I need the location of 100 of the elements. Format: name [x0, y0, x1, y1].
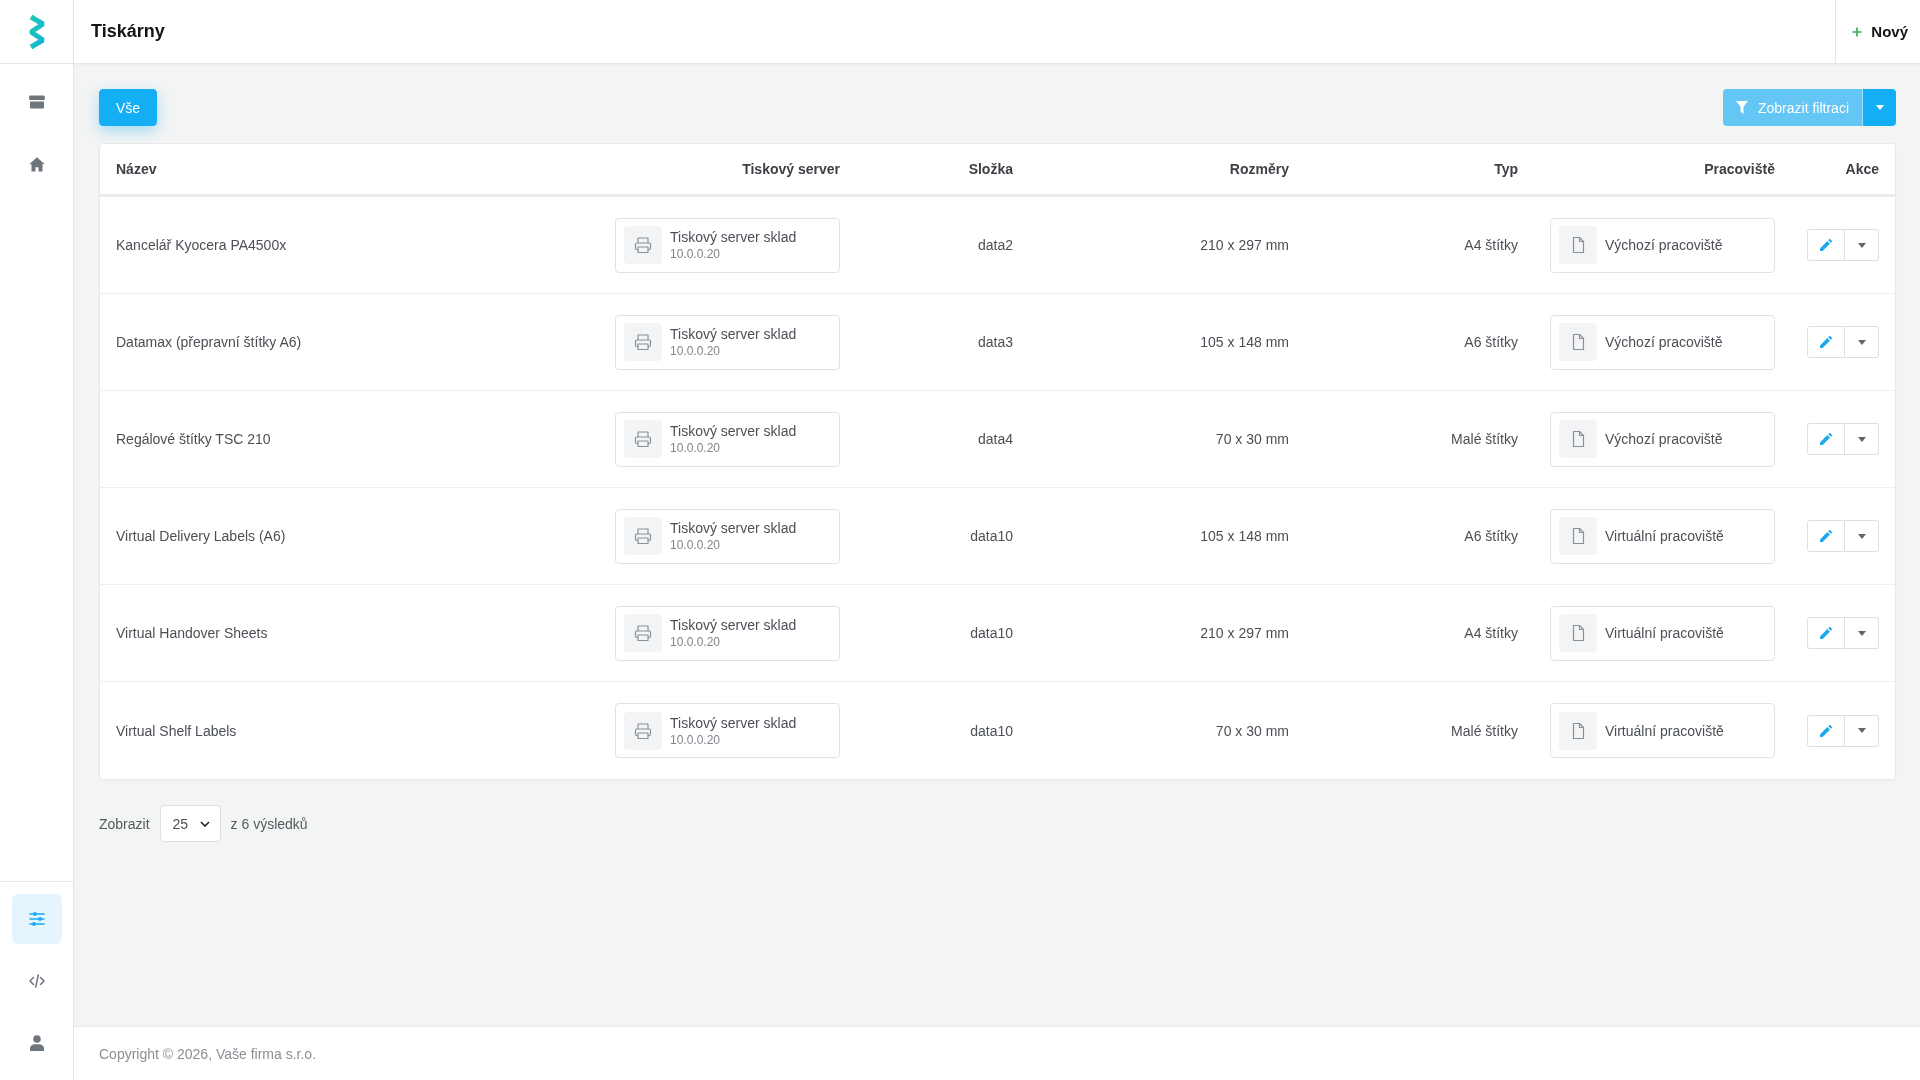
- table-cell: A6 štítky: [1464, 334, 1518, 350]
- table-cell: Malé štítky: [1451, 431, 1518, 447]
- plus-icon: [1852, 26, 1863, 37]
- caret-icon: [1857, 339, 1866, 345]
- table-cell: data10: [970, 528, 1013, 544]
- pencil-icon: [1820, 239, 1832, 251]
- table-cell: Datamax (přepravní štítky A6): [116, 334, 302, 350]
- results-count: z 6 výsledků: [230, 815, 308, 832]
- store-icon: [28, 95, 45, 109]
- server-address: 10.0.0.20: [670, 635, 722, 649]
- server-address: 10.0.0.20: [670, 441, 722, 455]
- column-header: Název: [116, 161, 157, 177]
- edit-button[interactable]: [1807, 520, 1845, 552]
- table-cell: A6 štítky: [1464, 528, 1518, 544]
- server-address: 10.0.0.20: [670, 247, 722, 261]
- workplace-name: Virtuální pracoviště: [1605, 528, 1724, 544]
- server-name: Tiskový server sklad: [670, 520, 797, 536]
- edit-button[interactable]: [1807, 326, 1845, 358]
- more-button[interactable]: [1845, 714, 1879, 747]
- document-icon: [1559, 517, 1597, 555]
- table-cell: 210 x 297 mm: [1200, 237, 1289, 253]
- document-icon: [1559, 226, 1597, 264]
- printer-icon: [624, 517, 662, 555]
- user-icon: [29, 1035, 44, 1051]
- more-button[interactable]: [1845, 229, 1879, 261]
- pencil-icon: [1820, 724, 1832, 737]
- column-header: Pracoviště: [1704, 161, 1775, 177]
- funnel-icon: [1735, 101, 1748, 114]
- table-cell: Malé štítky: [1451, 722, 1518, 739]
- pencil-icon: [1820, 433, 1832, 445]
- table-cell: Regálové štítky TSC 210: [116, 431, 271, 447]
- edit-button[interactable]: [1807, 229, 1845, 261]
- table-cell: data2: [977, 237, 1013, 253]
- column-header: Akce: [1845, 161, 1879, 177]
- column-header: Tiskový server: [742, 161, 840, 177]
- workplace-name: Virtuální pracoviště: [1605, 722, 1724, 739]
- workplace-name: Virtuální pracoviště: [1605, 625, 1724, 641]
- more-button[interactable]: [1845, 326, 1879, 358]
- new-button[interactable]: Nový: [1835, 0, 1920, 63]
- more-button[interactable]: [1845, 520, 1879, 552]
- edit-button[interactable]: [1807, 714, 1845, 747]
- caret-icon: [1857, 436, 1866, 442]
- sliders-icon: [28, 912, 45, 926]
- table-cell: Virtual Shelf Labels: [116, 722, 237, 739]
- server-address: 10.0.0.20: [670, 344, 722, 358]
- table-cell: 210 x 297 mm: [1200, 625, 1289, 641]
- caret-icon: [1857, 242, 1866, 248]
- chevron-icon: [199, 820, 210, 827]
- table-cell: 105 x 148 mm: [1200, 528, 1289, 544]
- table-cell: data3: [977, 334, 1013, 350]
- server-name: Tiskový server sklad: [670, 714, 797, 731]
- table-cell: Virtual Handover Sheets: [116, 625, 268, 641]
- table-cell: 70 x 30 mm: [1215, 431, 1289, 447]
- code-icon: [28, 974, 45, 988]
- copyright-text: Copyright © 2026, Vaše firma s.r.o.: [99, 1045, 317, 1062]
- printer-icon: [624, 420, 662, 458]
- pencil-icon: [1820, 336, 1832, 348]
- workplace-name: Výchozí pracoviště: [1605, 334, 1723, 350]
- server-name: Tiskový server sklad: [670, 617, 797, 633]
- printer-icon: [624, 226, 662, 264]
- server-name: Tiskový server sklad: [670, 326, 797, 342]
- table-cell: Kancelář Kyocera PA4500x: [116, 237, 287, 253]
- logo-icon: [27, 13, 46, 50]
- printer-icon: [624, 614, 662, 652]
- caret-icon: [1857, 533, 1866, 539]
- column-header: Složka: [968, 161, 1013, 177]
- column-header: Typ: [1494, 161, 1518, 177]
- server-name: Tiskový server sklad: [670, 423, 797, 439]
- table-cell: A4 štítky: [1464, 237, 1518, 253]
- sidebar-button[interactable]: [11, 894, 62, 944]
- table-cell: Virtual Delivery Labels (A6): [116, 528, 286, 544]
- edit-button[interactable]: [1807, 423, 1845, 455]
- table-cell: A4 štítky: [1464, 625, 1518, 641]
- more-button[interactable]: [1845, 423, 1879, 455]
- more-button[interactable]: [1845, 617, 1879, 649]
- page-title: Tiskárny: [91, 21, 166, 42]
- caret-icon: [1857, 630, 1866, 636]
- server-address: 10.0.0.20: [670, 538, 722, 552]
- workplace-name: Výchozí pracoviště: [1605, 431, 1723, 447]
- page-size-label: Zobrazit: [99, 815, 150, 832]
- table-cell: data4: [977, 431, 1013, 447]
- filter-dropdown-button[interactable]: [1862, 89, 1896, 126]
- printer-icon: [624, 323, 662, 361]
- table-cell: 105 x 148 mm: [1200, 334, 1289, 350]
- page-size-select[interactable]: 25: [159, 805, 221, 842]
- document-icon: [1559, 420, 1597, 458]
- caret-icon: [1875, 105, 1884, 110]
- server-name: Tiskový server sklad: [670, 229, 797, 245]
- workplace-name: Výchozí pracoviště: [1605, 237, 1723, 253]
- document-icon: [1559, 614, 1597, 652]
- table-cell: 70 x 30 mm: [1215, 722, 1289, 739]
- caret-icon: [1857, 728, 1866, 733]
- edit-button[interactable]: [1807, 617, 1845, 649]
- printer-icon: [624, 711, 662, 750]
- table-cell: data10: [970, 625, 1013, 641]
- column-header: Rozměry: [1229, 161, 1289, 177]
- table-cell: data10: [970, 722, 1013, 739]
- server-address: 10.0.0.20: [670, 732, 722, 747]
- home-icon: [28, 156, 45, 172]
- document-icon: [1559, 711, 1597, 750]
